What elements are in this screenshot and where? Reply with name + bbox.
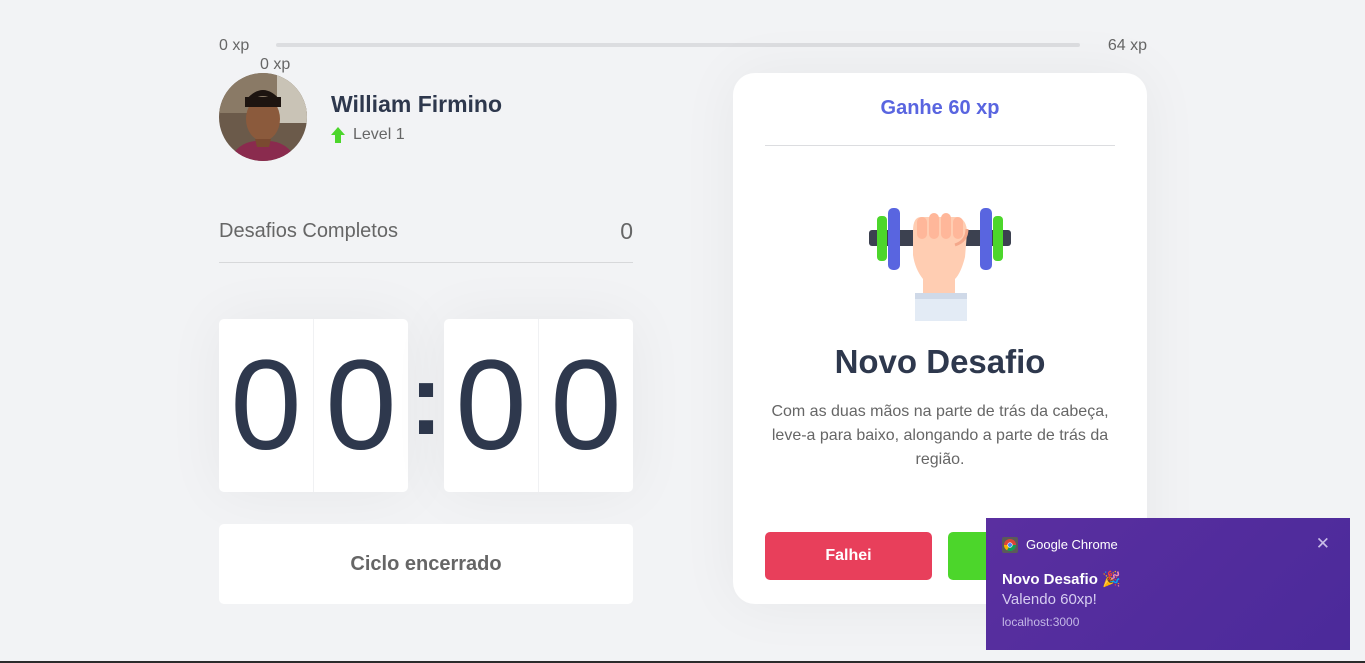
notification-origin: localhost:3000 [1002, 615, 1080, 629]
completed-challenges: Desafios Completos 0 [219, 214, 633, 263]
avatar [219, 73, 307, 161]
xp-current-label: 0 xp [260, 56, 291, 73]
countdown-seconds: 0 0 [444, 319, 633, 492]
countdown-minutes: 0 0 [219, 319, 408, 492]
xp-bar: 0 xp 64 xp 0 xp [219, 36, 1147, 73]
xp-max-label: 64 xp [1107, 37, 1147, 54]
countdown: 0 0 : 0 0 [219, 319, 633, 492]
completed-challenges-count: 0 [620, 218, 633, 244]
notification-app-name: Google Chrome [1026, 537, 1118, 552]
notification-body: Valendo 60xp! [1002, 591, 1097, 608]
second-digit-left: 0 [444, 319, 539, 492]
notification-title: Novo Desafio 🎉 [1002, 571, 1121, 588]
dumbbell-icon [869, 208, 1011, 321]
profile-level: Level 1 [331, 126, 502, 144]
minute-digit-right: 0 [325, 333, 397, 477]
second-digit-right: 0 [550, 333, 622, 477]
close-icon[interactable]: ✕ [1316, 535, 1330, 552]
chrome-icon [1002, 537, 1018, 553]
profile-level-label: Level 1 [353, 125, 405, 143]
profile: William Firmino Level 1 [219, 73, 639, 161]
challenge-description: Com as duas mãos na parte de trás da cab… [771, 403, 1109, 468]
chrome-notification[interactable]: Google Chrome ✕ Novo Desafio 🎉 Valendo 6… [986, 518, 1350, 650]
fail-button[interactable]: Falhei [765, 532, 932, 580]
completed-challenges-label: Desafios Completos [219, 220, 398, 242]
level-up-arrow-icon [331, 126, 345, 143]
profile-name: William Firmino [331, 90, 503, 117]
challenge-title: Novo Desafio [834, 343, 1046, 380]
challenge-xp-header: Ganhe 60 xp [765, 95, 1115, 146]
cycle-ended-button[interactable]: Ciclo encerrado [219, 524, 633, 604]
countdown-separator: : [409, 343, 443, 456]
xp-track [276, 43, 1080, 47]
xp-min-label: 0 xp [219, 37, 250, 54]
minute-digit-left: 0 [219, 319, 314, 492]
